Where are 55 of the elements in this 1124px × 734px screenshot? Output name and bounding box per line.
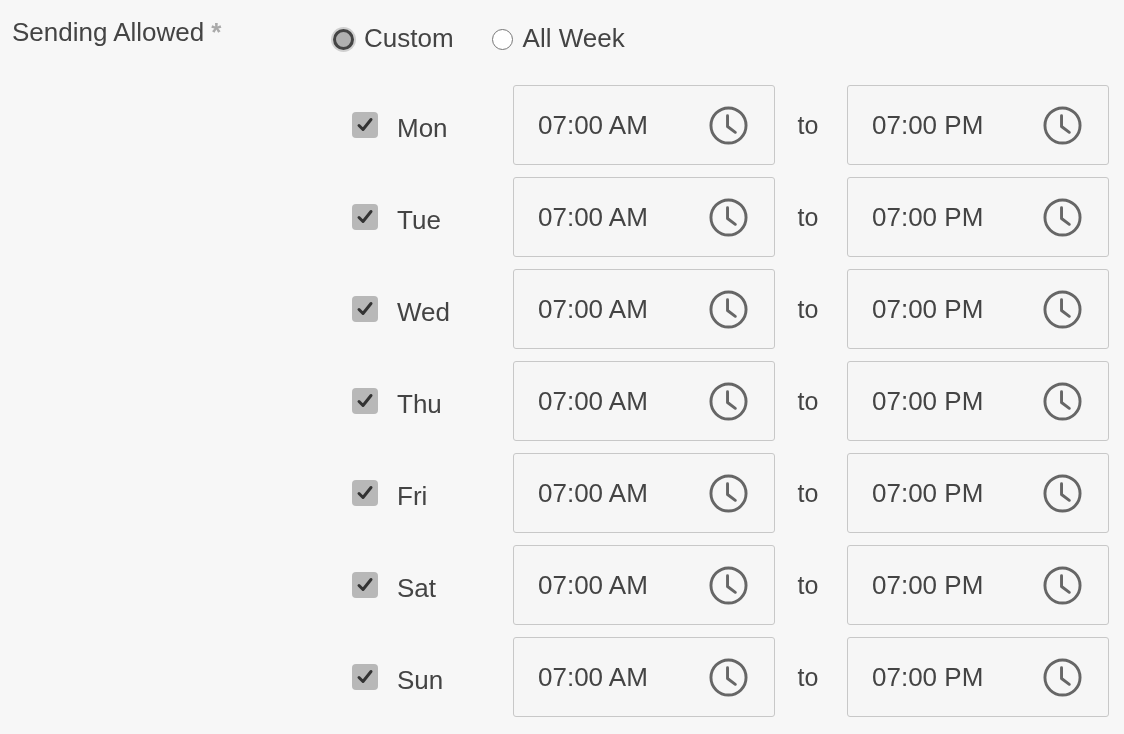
checkbox[interactable] — [352, 204, 378, 230]
range-separator-text: to — [796, 110, 820, 140]
end-time-field[interactable]: 07:00 PM — [847, 269, 1109, 349]
clock-icon[interactable] — [1043, 381, 1082, 421]
day-label: Fri — [397, 479, 429, 512]
end-time-field[interactable]: 07:00 PM — [847, 85, 1109, 165]
day-label: Tue — [397, 203, 442, 236]
clock-icon[interactable] — [1043, 105, 1082, 145]
start-time-field[interactable]: 07:00 AM — [513, 361, 775, 441]
clock-icon[interactable] — [709, 197, 748, 237]
day-label: Mon — [397, 111, 449, 144]
clock-icon[interactable] — [1043, 197, 1082, 237]
radio-button[interactable] — [491, 29, 513, 50]
end-time-field[interactable]: 07:00 PM — [847, 177, 1109, 257]
clock-icon[interactable] — [709, 473, 748, 513]
clock-icon[interactable] — [709, 565, 748, 605]
start-time-field[interactable]: 07:00 AM — [513, 545, 775, 625]
checkbox[interactable] — [352, 388, 378, 414]
start-time-field[interactable]: 07:00 AM — [513, 177, 775, 257]
clock-icon[interactable] — [1043, 657, 1082, 697]
range-separator-text: to — [796, 386, 820, 416]
radio-option[interactable]: All Week — [491, 22, 625, 54]
end-time-field[interactable]: 07:00 PM — [847, 361, 1109, 441]
start-time-field[interactable]: 07:00 AM — [513, 85, 775, 165]
clock-icon[interactable] — [709, 105, 748, 145]
clock-icon[interactable] — [709, 381, 748, 421]
checkbox[interactable] — [352, 480, 378, 506]
day-label: Sat — [397, 571, 438, 604]
clock-icon[interactable] — [709, 657, 748, 697]
field-label: Sending Allowed — [12, 16, 205, 49]
start-time-field[interactable]: 07:00 AM — [513, 637, 775, 717]
day-label: Thu — [397, 387, 443, 420]
checkbox[interactable] — [352, 572, 378, 598]
range-separator-text: to — [796, 294, 820, 324]
clock-icon[interactable] — [1043, 473, 1082, 513]
clock-icon[interactable] — [1043, 289, 1082, 329]
end-time-field[interactable]: 07:00 PM — [847, 637, 1109, 717]
end-time-field[interactable]: 07:00 PM — [847, 453, 1109, 533]
checkbox[interactable] — [352, 664, 378, 690]
day-label: Sun — [397, 663, 445, 696]
range-separator-text: to — [796, 202, 820, 232]
start-time-field[interactable]: 07:00 AM — [513, 269, 775, 349]
checkbox[interactable] — [352, 296, 378, 322]
clock-icon[interactable] — [1043, 565, 1082, 605]
range-separator-text: to — [796, 662, 820, 692]
range-separator-text: to — [796, 478, 820, 508]
checkbox[interactable] — [352, 112, 378, 138]
end-time-field[interactable]: 07:00 PM — [847, 545, 1109, 625]
start-time-field[interactable]: 07:00 AM — [513, 453, 775, 533]
radio-button[interactable] — [333, 29, 354, 50]
required-mark: * — [211, 16, 222, 49]
clock-icon[interactable] — [709, 289, 748, 329]
day-label: Wed — [397, 295, 451, 328]
range-separator-text: to — [796, 570, 820, 600]
radio-option[interactable]: Custom — [333, 22, 454, 54]
